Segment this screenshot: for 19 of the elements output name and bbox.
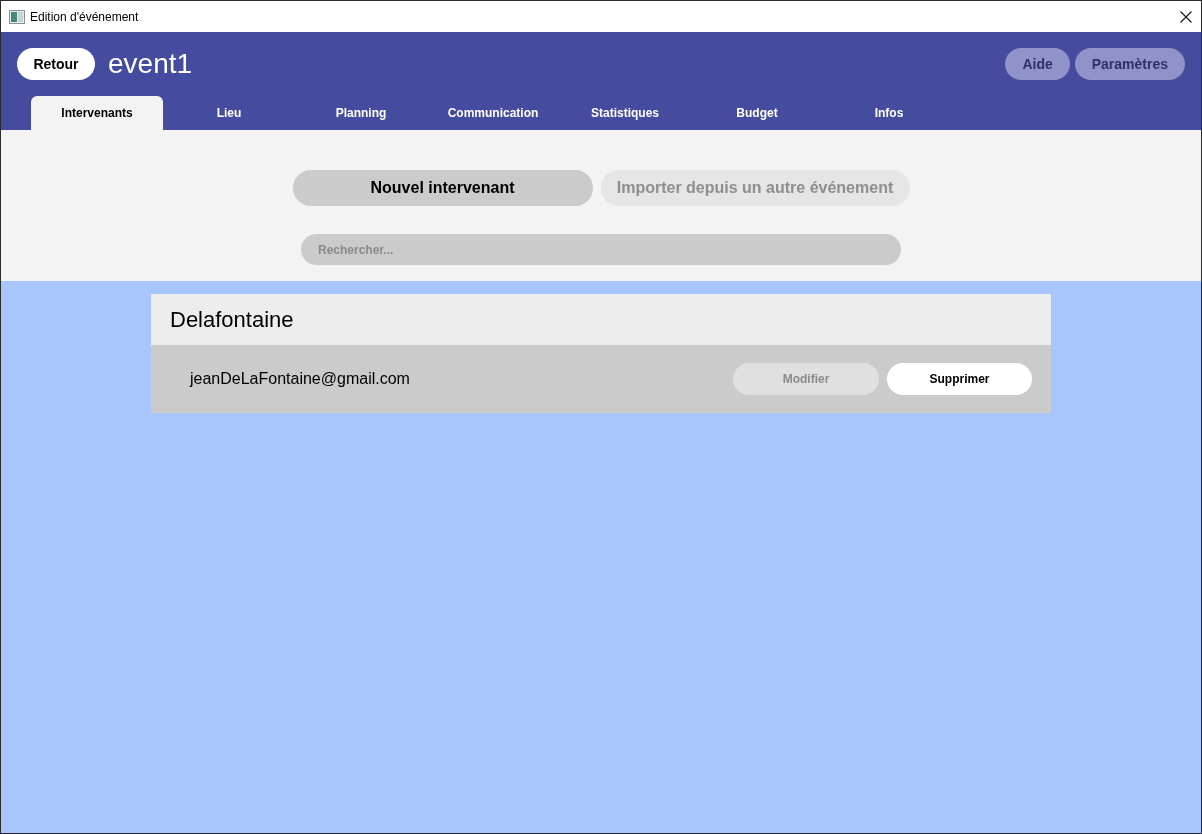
window-icon	[9, 9, 25, 24]
speaker-email: jeanDeLaFontaine@gmail.com	[190, 370, 410, 388]
back-button[interactable]: Retour	[17, 48, 95, 80]
tab[interactable]: Budget	[691, 96, 823, 130]
tab[interactable]: Planning	[295, 96, 427, 130]
search-field[interactable]: Rechercher...	[301, 234, 901, 265]
header-button[interactable]: Paramètres	[1074, 48, 1185, 80]
event-title: event1	[108, 48, 193, 80]
speaker-name: Delafontaine	[170, 306, 294, 333]
tab[interactable]: Communication	[427, 96, 559, 130]
tab[interactable]: Infos	[823, 96, 955, 130]
action-button[interactable]: Nouvel intervenant	[292, 170, 593, 206]
close-icon[interactable]	[1180, 10, 1192, 23]
speaker-button[interactable]: Supprimer	[887, 363, 1032, 395]
tab[interactable]: Statistiques	[559, 96, 691, 130]
window-title: Edition d'événement	[30, 9, 139, 24]
tab[interactable]: Lieu	[163, 96, 295, 130]
header-button[interactable]: Aide	[1005, 48, 1070, 80]
tab[interactable]: Intervenants	[31, 96, 163, 130]
